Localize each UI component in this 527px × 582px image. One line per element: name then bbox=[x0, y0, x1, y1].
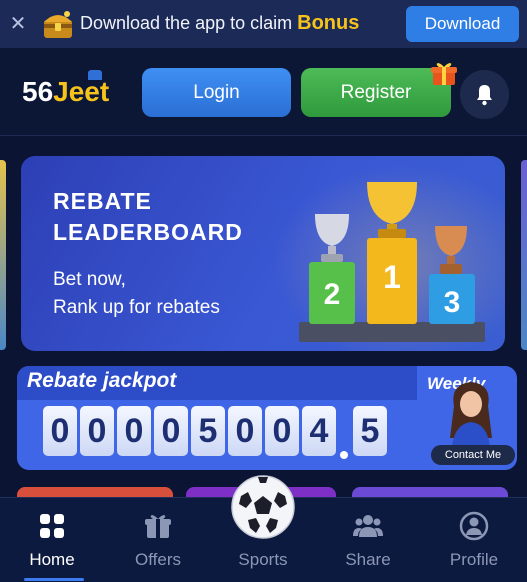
logo-word: Jeet bbox=[53, 76, 110, 107]
users-icon bbox=[353, 515, 383, 537]
logo[interactable]: 56Jeet bbox=[22, 70, 110, 108]
jackpot-digit: 0 bbox=[80, 406, 114, 456]
next-slide-edge[interactable] bbox=[521, 160, 527, 350]
gift-badge-icon bbox=[431, 63, 457, 85]
bell-icon[interactable] bbox=[460, 70, 509, 119]
download-button[interactable]: Download bbox=[406, 6, 519, 42]
banner-message: Download the app to claim bbox=[80, 13, 293, 33]
bonus-text: Bonus bbox=[297, 12, 360, 34]
support-agent-avatar[interactable] bbox=[440, 376, 502, 448]
download-banner: ✕ Download the app to claim Bonus Downlo… bbox=[0, 0, 527, 48]
contact-me-button[interactable]: Contact Me bbox=[431, 445, 515, 465]
jackpot-digit: 5 bbox=[191, 406, 225, 456]
jackpot-digit: 0 bbox=[43, 406, 77, 456]
nav-share[interactable]: Share bbox=[318, 498, 418, 582]
banner-title: REBATE LEADERBOARD bbox=[53, 186, 243, 248]
jackpot-title: Rebate jackpot bbox=[27, 369, 177, 392]
jackpot-digit: 4 bbox=[302, 406, 336, 456]
nav-offers-label: Offers bbox=[135, 550, 181, 569]
banner-subtitle-line1: Bet now, bbox=[53, 269, 126, 290]
logo-number: 56 bbox=[22, 76, 54, 107]
treasure-chest-icon bbox=[44, 11, 72, 38]
banner-title-line2: LEADERBOARD bbox=[53, 219, 243, 245]
nav-offers[interactable]: Offers bbox=[108, 498, 208, 582]
user-circle-icon bbox=[459, 511, 489, 541]
rank-3-label: 3 bbox=[444, 286, 461, 319]
banner-subtitle-line2: Rank up for rebates bbox=[53, 297, 220, 318]
decimal-point bbox=[340, 451, 348, 459]
rank-2-label: 2 bbox=[324, 278, 341, 311]
login-button[interactable]: Login bbox=[142, 68, 291, 117]
close-icon[interactable]: ✕ bbox=[8, 12, 28, 36]
jackpot-digit: 0 bbox=[117, 406, 151, 456]
banner-title-line1: REBATE bbox=[53, 188, 152, 214]
banner-subtitle: Bet now, Rank up for rebates bbox=[53, 266, 220, 322]
soccer-ball-icon[interactable] bbox=[230, 474, 296, 540]
nav-share-label: Share bbox=[345, 550, 391, 569]
rank-1-label: 1 bbox=[383, 259, 401, 295]
gift-icon bbox=[145, 515, 171, 538]
jackpot-digit: 0 bbox=[228, 406, 262, 456]
logo-cap-icon bbox=[88, 70, 102, 80]
nav-home-label: Home bbox=[29, 550, 75, 569]
nav-home[interactable]: Home bbox=[2, 498, 102, 582]
jackpot-digit: 0 bbox=[265, 406, 299, 456]
previous-slide-edge[interactable] bbox=[0, 160, 6, 350]
jackpot-digit: 0 bbox=[154, 406, 188, 456]
nav-sports-label: Sports bbox=[238, 550, 288, 569]
rebate-leaderboard-banner[interactable]: REBATE LEADERBOARD Bet now, Rank up for … bbox=[21, 156, 505, 351]
game-card[interactable] bbox=[352, 487, 508, 497]
register-button[interactable]: Register bbox=[301, 68, 451, 117]
header: 56Jeet Login Register bbox=[0, 48, 527, 136]
jackpot-digit: 5 bbox=[353, 406, 387, 456]
game-card[interactable] bbox=[17, 487, 173, 497]
grid-icon bbox=[40, 514, 64, 538]
nav-profile-label: Profile bbox=[449, 550, 499, 569]
trophy-podium-icon: 2 1 3 bbox=[299, 182, 485, 342]
nav-profile[interactable]: Profile bbox=[424, 498, 524, 582]
